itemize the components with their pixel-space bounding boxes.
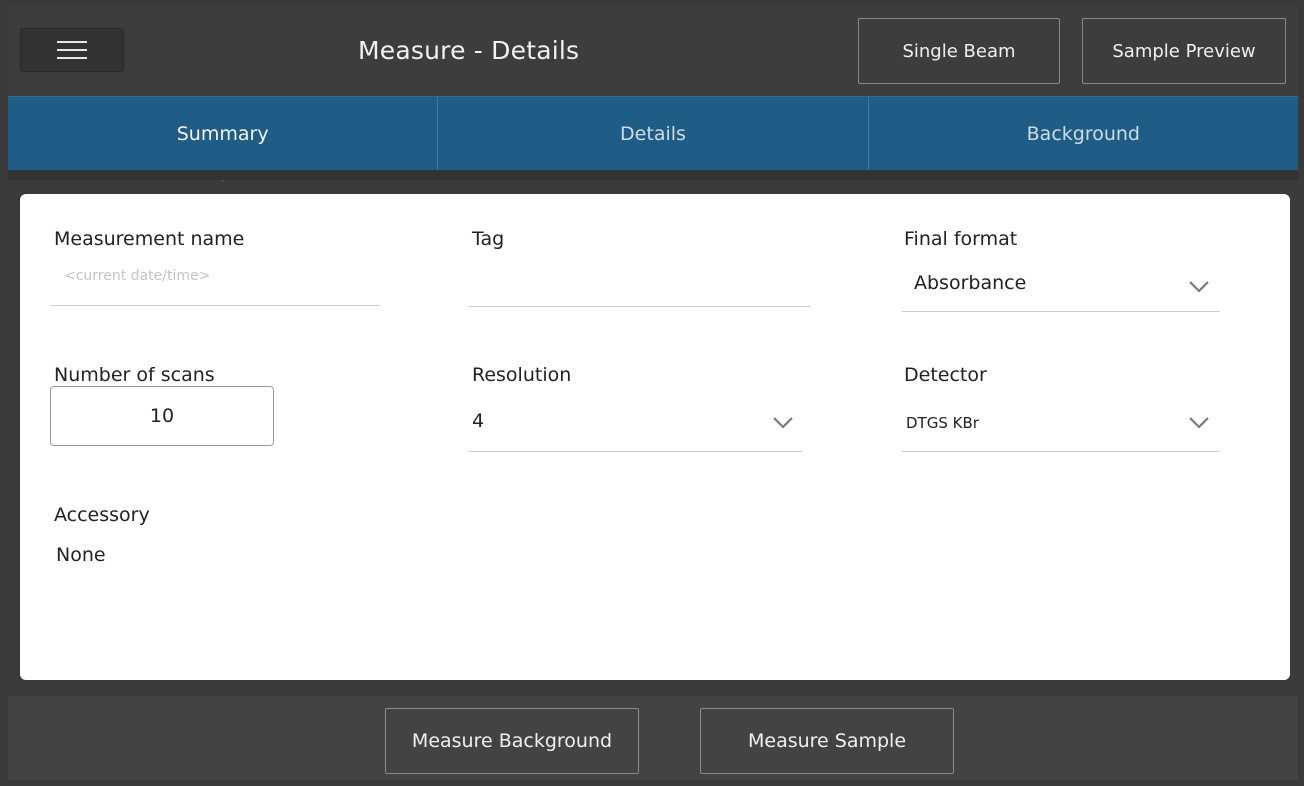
number-of-scans-input[interactable]: 10 bbox=[50, 386, 274, 446]
header-bar: Measure - Details Single Beam Sample Pre… bbox=[8, 6, 1298, 96]
measure-sample-button[interactable]: Measure Sample bbox=[700, 708, 954, 774]
page-title: Measure - Details bbox=[358, 36, 580, 65]
chevron-down-icon bbox=[773, 417, 793, 429]
chevron-down-icon bbox=[1189, 281, 1209, 293]
tab-bar: Summary Details Background bbox=[8, 96, 1298, 182]
resolution-underline bbox=[468, 451, 802, 452]
tag-underline bbox=[468, 306, 810, 307]
summary-panel: Measurement name <current date/time> Tag… bbox=[20, 194, 1290, 680]
accessory-value: None bbox=[56, 544, 106, 566]
tag-label: Tag bbox=[472, 228, 505, 250]
footer-bar: Measure Background Measure Sample bbox=[8, 696, 1298, 780]
accessory-label: Accessory bbox=[54, 504, 150, 526]
detector-dropdown[interactable]: DTGS KBr bbox=[902, 400, 1220, 452]
single-beam-button[interactable]: Single Beam bbox=[858, 18, 1060, 84]
measurement-name-label: Measurement name bbox=[54, 228, 245, 250]
measurement-name-input[interactable]: <current date/time> bbox=[64, 268, 210, 284]
resolution-value: 4 bbox=[472, 410, 485, 432]
final-format-dropdown[interactable]: Absorbance bbox=[902, 260, 1220, 312]
detector-underline bbox=[902, 451, 1220, 452]
measure-background-button[interactable]: Measure Background bbox=[385, 708, 639, 774]
resolution-dropdown[interactable]: 4 bbox=[468, 400, 802, 452]
chevron-down-icon bbox=[1189, 417, 1209, 429]
number-of-scans-label: Number of scans bbox=[54, 364, 215, 386]
resolution-label: Resolution bbox=[472, 364, 572, 386]
hamburger-icon bbox=[57, 41, 87, 59]
detector-value: DTGS KBr bbox=[906, 414, 979, 432]
measurement-name-underline bbox=[50, 305, 380, 306]
tag-input[interactable] bbox=[472, 270, 812, 298]
final-format-label: Final format bbox=[904, 228, 1018, 250]
app-window: Measure - Details Single Beam Sample Pre… bbox=[8, 6, 1298, 780]
final-format-value: Absorbance bbox=[914, 272, 1027, 294]
tab-details[interactable]: Details bbox=[438, 97, 869, 170]
tab-divider bbox=[8, 170, 1298, 180]
final-format-underline bbox=[902, 311, 1220, 312]
sample-preview-button[interactable]: Sample Preview bbox=[1082, 18, 1286, 84]
menu-button[interactable] bbox=[20, 28, 124, 72]
tab-summary[interactable]: Summary bbox=[8, 97, 439, 182]
tab-background[interactable]: Background bbox=[869, 97, 1298, 170]
detector-label: Detector bbox=[904, 364, 987, 386]
